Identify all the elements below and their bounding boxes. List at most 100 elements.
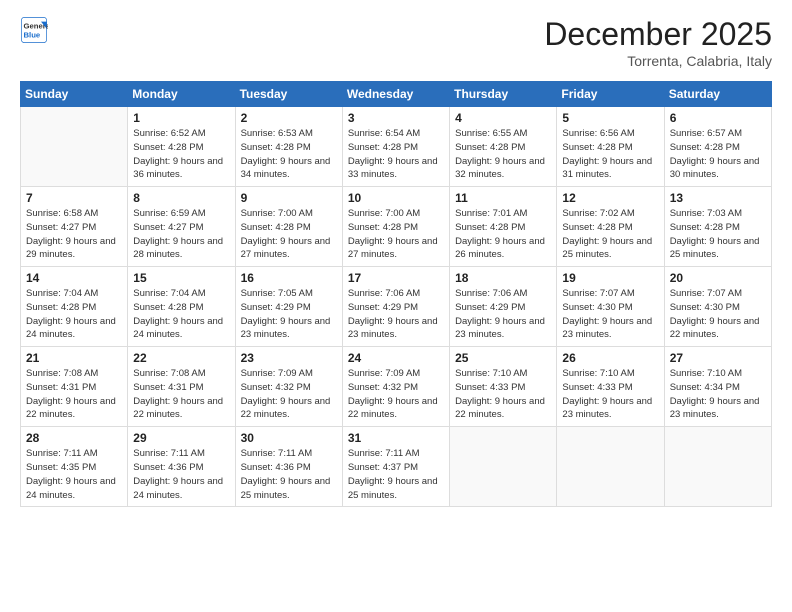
logo-icon: General Blue [20, 16, 48, 44]
day-info: Sunrise: 7:00 AMSunset: 4:28 PMDaylight:… [348, 207, 444, 262]
calendar-cell: 3 Sunrise: 6:54 AMSunset: 4:28 PMDaylight… [342, 107, 449, 187]
calendar-cell: 23 Sunrise: 7:09 AMSunset: 4:32 PMDayligh… [235, 347, 342, 427]
day-number: 3 [348, 111, 444, 125]
calendar-header-saturday: Saturday [664, 82, 771, 107]
day-info: Sunrise: 6:54 AMSunset: 4:28 PMDaylight:… [348, 127, 444, 182]
day-info: Sunrise: 7:05 AMSunset: 4:29 PMDaylight:… [241, 287, 337, 342]
day-info: Sunrise: 7:00 AMSunset: 4:28 PMDaylight:… [241, 207, 337, 262]
day-info: Sunrise: 6:59 AMSunset: 4:27 PMDaylight:… [133, 207, 229, 262]
day-number: 16 [241, 271, 337, 285]
calendar-cell: 7 Sunrise: 6:58 AMSunset: 4:27 PMDaylight… [21, 187, 128, 267]
day-info: Sunrise: 7:10 AMSunset: 4:33 PMDaylight:… [455, 367, 551, 422]
title-block: December 2025 Torrenta, Calabria, Italy [544, 16, 772, 69]
day-number: 14 [26, 271, 122, 285]
calendar-cell: 15Sunrise: 7:04 AMSunset: 4:28 PMDayligh… [128, 267, 235, 347]
calendar-cell [664, 427, 771, 507]
calendar-cell: 30 Sunrise: 7:11 AMSunset: 4:36 PMDayligh… [235, 427, 342, 507]
calendar-cell: 31 Sunrise: 7:11 AMSunset: 4:37 PMDayligh… [342, 427, 449, 507]
calendar-cell: 26Sunrise: 7:10 AMSunset: 4:33 PMDayligh… [557, 347, 664, 427]
calendar-cell: 14 Sunrise: 7:04 AMSunset: 4:28 PMDayligh… [21, 267, 128, 347]
calendar-cell: 2Sunrise: 6:53 AMSunset: 4:28 PMDaylight… [235, 107, 342, 187]
calendar-header-sunday: Sunday [21, 82, 128, 107]
calendar-cell: 24Sunrise: 7:09 AMSunset: 4:32 PMDayligh… [342, 347, 449, 427]
calendar-week-5: 28Sunrise: 7:11 AMSunset: 4:35 PMDayligh… [21, 427, 772, 507]
day-info: Sunrise: 7:07 AMSunset: 4:30 PMDaylight:… [562, 287, 658, 342]
day-number: 22 [133, 351, 229, 365]
day-info: Sunrise: 6:57 AMSunset: 4:28 PMDaylight:… [670, 127, 766, 182]
day-info: Sunrise: 7:10 AMSunset: 4:33 PMDaylight:… [562, 367, 658, 422]
day-number: 24 [348, 351, 444, 365]
day-number: 12 [562, 191, 658, 205]
day-number: 10 [348, 191, 444, 205]
day-number: 23 [241, 351, 337, 365]
day-number: 18 [455, 271, 551, 285]
location: Torrenta, Calabria, Italy [544, 53, 772, 69]
calendar-cell: 10 Sunrise: 7:00 AMSunset: 4:28 PMDayligh… [342, 187, 449, 267]
day-info: Sunrise: 7:11 AMSunset: 4:37 PMDaylight:… [348, 447, 444, 502]
day-number: 30 [241, 431, 337, 445]
day-number: 31 [348, 431, 444, 445]
day-number: 1 [133, 111, 229, 125]
day-info: Sunrise: 6:58 AMSunset: 4:27 PMDaylight:… [26, 207, 122, 262]
day-number: 9 [241, 191, 337, 205]
calendar-header-row: SundayMondayTuesdayWednesdayThursdayFrid… [21, 82, 772, 107]
day-number: 7 [26, 191, 122, 205]
day-info: Sunrise: 7:10 AMSunset: 4:34 PMDaylight:… [670, 367, 766, 422]
calendar-cell: 6 Sunrise: 6:57 AMSunset: 4:28 PMDaylight… [664, 107, 771, 187]
calendar-week-2: 7 Sunrise: 6:58 AMSunset: 4:27 PMDaylight… [21, 187, 772, 267]
day-number: 15 [133, 271, 229, 285]
calendar-header-friday: Friday [557, 82, 664, 107]
day-info: Sunrise: 7:04 AMSunset: 4:28 PMDaylight:… [26, 287, 122, 342]
day-info: Sunrise: 6:53 AMSunset: 4:28 PMDaylight:… [241, 127, 337, 182]
day-number: 19 [562, 271, 658, 285]
calendar-header-monday: Monday [128, 82, 235, 107]
calendar-cell: 22 Sunrise: 7:08 AMSunset: 4:31 PMDayligh… [128, 347, 235, 427]
day-number: 27 [670, 351, 766, 365]
header: General Blue December 2025 Torrenta, Cal… [20, 16, 772, 69]
calendar-cell: 25 Sunrise: 7:10 AMSunset: 4:33 PMDayligh… [450, 347, 557, 427]
calendar-cell: 16 Sunrise: 7:05 AMSunset: 4:29 PMDayligh… [235, 267, 342, 347]
calendar-cell: 1 Sunrise: 6:52 AMSunset: 4:28 PMDaylight… [128, 107, 235, 187]
calendar-cell [557, 427, 664, 507]
calendar-cell: 28Sunrise: 7:11 AMSunset: 4:35 PMDayligh… [21, 427, 128, 507]
day-info: Sunrise: 7:01 AMSunset: 4:28 PMDaylight:… [455, 207, 551, 262]
calendar-cell: 4Sunrise: 6:55 AMSunset: 4:28 PMDaylight… [450, 107, 557, 187]
calendar-cell: 5Sunrise: 6:56 AMSunset: 4:28 PMDaylight… [557, 107, 664, 187]
calendar-header-tuesday: Tuesday [235, 82, 342, 107]
calendar-week-4: 21 Sunrise: 7:08 AMSunset: 4:31 PMDayligh… [21, 347, 772, 427]
day-number: 11 [455, 191, 551, 205]
day-info: Sunrise: 7:02 AMSunset: 4:28 PMDaylight:… [562, 207, 658, 262]
day-info: Sunrise: 7:03 AMSunset: 4:28 PMDaylight:… [670, 207, 766, 262]
calendar-cell: 18 Sunrise: 7:06 AMSunset: 4:29 PMDayligh… [450, 267, 557, 347]
calendar-header-wednesday: Wednesday [342, 82, 449, 107]
day-info: Sunrise: 6:56 AMSunset: 4:28 PMDaylight:… [562, 127, 658, 182]
calendar-cell: 20 Sunrise: 7:07 AMSunset: 4:30 PMDayligh… [664, 267, 771, 347]
day-number: 8 [133, 191, 229, 205]
calendar-cell: 19 Sunrise: 7:07 AMSunset: 4:30 PMDayligh… [557, 267, 664, 347]
day-info: Sunrise: 7:11 AMSunset: 4:36 PMDaylight:… [241, 447, 337, 502]
calendar-week-1: 1 Sunrise: 6:52 AMSunset: 4:28 PMDaylight… [21, 107, 772, 187]
day-number: 25 [455, 351, 551, 365]
day-info: Sunrise: 6:52 AMSunset: 4:28 PMDaylight:… [133, 127, 229, 182]
page-container: General Blue December 2025 Torrenta, Cal… [0, 0, 792, 517]
calendar-week-3: 14 Sunrise: 7:04 AMSunset: 4:28 PMDayligh… [21, 267, 772, 347]
calendar-header-thursday: Thursday [450, 82, 557, 107]
calendar-cell: 27 Sunrise: 7:10 AMSunset: 4:34 PMDayligh… [664, 347, 771, 427]
day-info: Sunrise: 7:09 AMSunset: 4:32 PMDaylight:… [241, 367, 337, 422]
calendar-cell: 11 Sunrise: 7:01 AMSunset: 4:28 PMDayligh… [450, 187, 557, 267]
day-number: 21 [26, 351, 122, 365]
day-info: Sunrise: 7:08 AMSunset: 4:31 PMDaylight:… [133, 367, 229, 422]
calendar-cell: 13 Sunrise: 7:03 AMSunset: 4:28 PMDayligh… [664, 187, 771, 267]
calendar-cell: 12 Sunrise: 7:02 AMSunset: 4:28 PMDayligh… [557, 187, 664, 267]
logo: General Blue [20, 16, 48, 44]
calendar-table: SundayMondayTuesdayWednesdayThursdayFrid… [20, 81, 772, 507]
day-info: Sunrise: 7:06 AMSunset: 4:29 PMDaylight:… [455, 287, 551, 342]
day-number: 13 [670, 191, 766, 205]
day-number: 20 [670, 271, 766, 285]
svg-text:Blue: Blue [24, 31, 41, 40]
day-number: 6 [670, 111, 766, 125]
day-number: 4 [455, 111, 551, 125]
calendar-cell [21, 107, 128, 187]
day-info: Sunrise: 7:07 AMSunset: 4:30 PMDaylight:… [670, 287, 766, 342]
day-info: Sunrise: 7:06 AMSunset: 4:29 PMDaylight:… [348, 287, 444, 342]
